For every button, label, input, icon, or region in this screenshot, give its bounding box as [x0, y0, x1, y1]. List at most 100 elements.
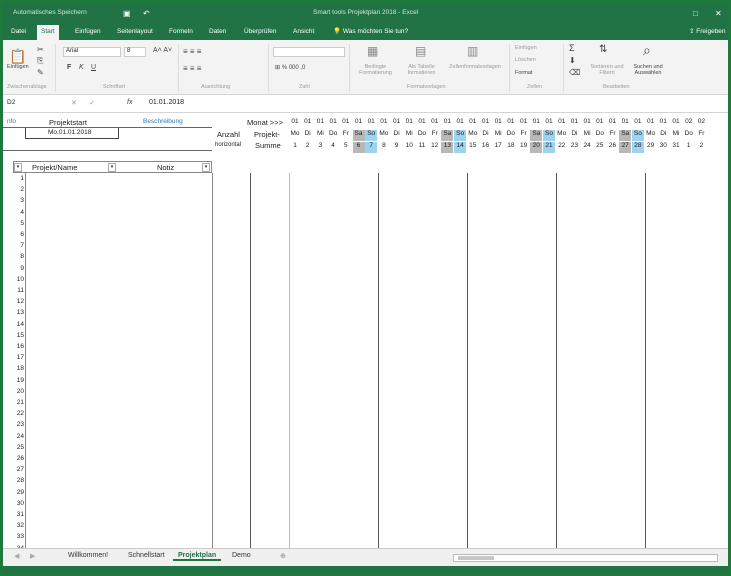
next-sheet-icon[interactable]: ▶ — [25, 552, 40, 560]
calendar-weekday-28: Mo — [646, 130, 656, 137]
prev-sheet-icon[interactable]: ◀ — [9, 552, 24, 560]
paste-icon[interactable]: 📋 — [9, 48, 26, 65]
grow-font-icon[interactable]: A˄ A˅ — [153, 47, 172, 54]
number-format-select[interactable] — [273, 47, 345, 57]
format-cells-button[interactable]: Format — [515, 70, 532, 76]
calendar-day-27: 28 — [631, 142, 644, 153]
column-divider — [212, 173, 213, 548]
calendar-month-22: 01 — [570, 118, 578, 125]
cut-icon[interactable]: ✂ — [37, 45, 44, 54]
tell-me-box[interactable]: 💡 Was möchten Sie tun? — [329, 25, 412, 40]
underline-icon[interactable]: U — [91, 64, 96, 71]
calendar-day-9: 10 — [405, 142, 413, 149]
calendar-weekday-19: Sa — [530, 130, 543, 141]
sheet-tab-schnellstart[interactable]: Schnellstart — [123, 552, 170, 559]
filter-dropdown-icon[interactable]: ▾ — [108, 163, 116, 172]
sheet-tab-projektplan[interactable]: Projektplan — [173, 552, 222, 561]
tab-start[interactable]: Start — [37, 25, 59, 40]
tab-seitenlayout[interactable]: Seitenlayout — [113, 25, 157, 40]
add-sheet-icon[interactable]: ⊕ — [275, 552, 291, 560]
calendar-day-29: 30 — [659, 142, 667, 149]
column-header-row: ▾ Projekt/Name ▾ Notiz ▾ — [13, 161, 212, 173]
fill-icon[interactable]: ⬇ — [569, 56, 576, 65]
calendar-month-5: 01 — [354, 118, 363, 125]
italic-icon[interactable]: K — [79, 64, 84, 71]
font-name-select[interactable]: Arial — [63, 47, 121, 57]
save-icon[interactable]: ▣ — [123, 9, 131, 18]
conditional-format-button[interactable]: Bedingte Formatierung — [353, 64, 398, 76]
format-painter-icon[interactable]: ✎ — [37, 68, 44, 77]
ribbon-separator — [178, 44, 179, 92]
sheet-tab-willkommen[interactable]: Willkommen! — [63, 552, 113, 559]
horizontal-scrollbar[interactable] — [453, 554, 718, 562]
name-box[interactable]: D2 — [7, 99, 57, 110]
calendar-day-31: 1 — [686, 142, 691, 149]
autosave-label[interactable]: Automatisches Speichern — [13, 9, 87, 16]
clear-icon[interactable]: ⌫ — [569, 68, 580, 77]
insert-cells-button[interactable]: Einfügen — [515, 45, 537, 51]
format-table-button[interactable]: Als Tabelle formatieren — [399, 64, 444, 76]
sheet-tab-demo[interactable]: Demo — [227, 552, 256, 559]
filter-dropdown-icon[interactable]: ▾ — [202, 163, 210, 172]
calendar-month-16: 01 — [494, 118, 502, 125]
format-table-icon[interactable]: ▤ — [415, 44, 426, 58]
sort-filter-icon[interactable]: ⇅ — [599, 44, 607, 55]
align-left-icon[interactable]: ≡ ≡ ≡ — [183, 64, 201, 73]
tab-daten[interactable]: Daten — [205, 25, 230, 40]
cell-styles-button[interactable]: Zellenformatvorlagen — [443, 64, 507, 70]
column-divider — [289, 173, 290, 548]
calendar-month-3: 01 — [329, 118, 337, 125]
calendar-day-19: 20 — [530, 142, 543, 153]
summe-label: Summe — [255, 141, 281, 150]
sort-filter-button[interactable]: Sortieren und Filtern — [587, 64, 627, 76]
restore-icon[interactable]: □ — [693, 9, 698, 18]
column-divider — [645, 173, 646, 548]
scrollbar-thumb[interactable] — [458, 556, 494, 560]
calendar-weekday-2: Mi — [316, 130, 324, 137]
close-icon[interactable]: ✕ — [715, 9, 722, 18]
formula-input[interactable]: 01.01.2018 — [149, 99, 184, 106]
font-size-select[interactable]: 8 — [124, 47, 146, 57]
calendar-day-26: 27 — [619, 142, 632, 153]
calendar-month-8: 01 — [392, 118, 401, 125]
conditional-format-icon[interactable]: ▦ — [367, 44, 378, 58]
align-top-icon[interactable]: ≡ ≡ ≡ — [183, 47, 201, 56]
calendar-weekday-8: Di — [393, 130, 400, 137]
bold-icon[interactable]: F — [67, 64, 71, 71]
tab-datei[interactable]: Datei — [7, 25, 30, 40]
tab-ansicht[interactable]: Ansicht — [289, 25, 318, 40]
calendar-month-19: 01 — [532, 118, 540, 125]
calendar-day-14: 15 — [469, 142, 477, 149]
function-icon[interactable]: fx — [127, 99, 132, 106]
filter-dropdown-icon[interactable]: ▾ — [14, 163, 22, 172]
tab-ueberpruefen[interactable]: Überprüfen — [240, 25, 281, 40]
cancel-icon[interactable]: ✕ — [71, 99, 77, 107]
calendar-month-15: 01 — [481, 118, 490, 125]
tab-einfuegen[interactable]: Einfügen — [71, 25, 105, 40]
calendar-weekday-31: Do — [684, 130, 693, 137]
undo-icon[interactable]: ↶ — [143, 9, 150, 18]
group-label-clipboard: Zwischenablage — [7, 84, 47, 90]
cell-styles-icon[interactable]: ▥ — [467, 44, 478, 58]
autosum-icon[interactable]: Σ — [569, 43, 575, 53]
calendar-month-21: 01 — [558, 118, 566, 125]
find-select-button[interactable]: Suchen und Auswählen — [627, 64, 669, 76]
worksheet-grid[interactable]: nfo Projektstart Beschreibung Mo.01.01.2… — [3, 114, 728, 552]
calendar-day-25: 26 — [608, 142, 617, 149]
calendar-month-18: 01 — [519, 118, 528, 125]
formula-bar: D2 ✕ ✓ fx 01.01.2018 — [3, 96, 728, 113]
percent-icon[interactable]: ⊞ % 000 ,0 — [275, 64, 305, 71]
delete-cells-button[interactable]: Löschen — [515, 57, 536, 63]
projektstart-cell[interactable]: Mo.01.01.2018 — [25, 127, 119, 139]
excel-window: Automatisches Speichern ▣ ↶ Smart tools … — [0, 0, 731, 576]
search-icon[interactable]: ⌕ — [643, 42, 651, 59]
calendar-day-21: 22 — [558, 142, 566, 149]
share-button[interactable]: ⇪ Freigeben — [685, 25, 728, 40]
copy-icon[interactable]: ⎘ — [37, 56, 43, 66]
paste-button[interactable]: Einfügen — [7, 64, 29, 70]
row-number: 19 — [16, 376, 24, 384]
calendar-month-0: 01 — [291, 118, 299, 125]
tab-formeln[interactable]: Formeln — [165, 25, 197, 40]
enter-icon[interactable]: ✓ — [89, 99, 95, 107]
row-number: 14 — [16, 320, 24, 328]
